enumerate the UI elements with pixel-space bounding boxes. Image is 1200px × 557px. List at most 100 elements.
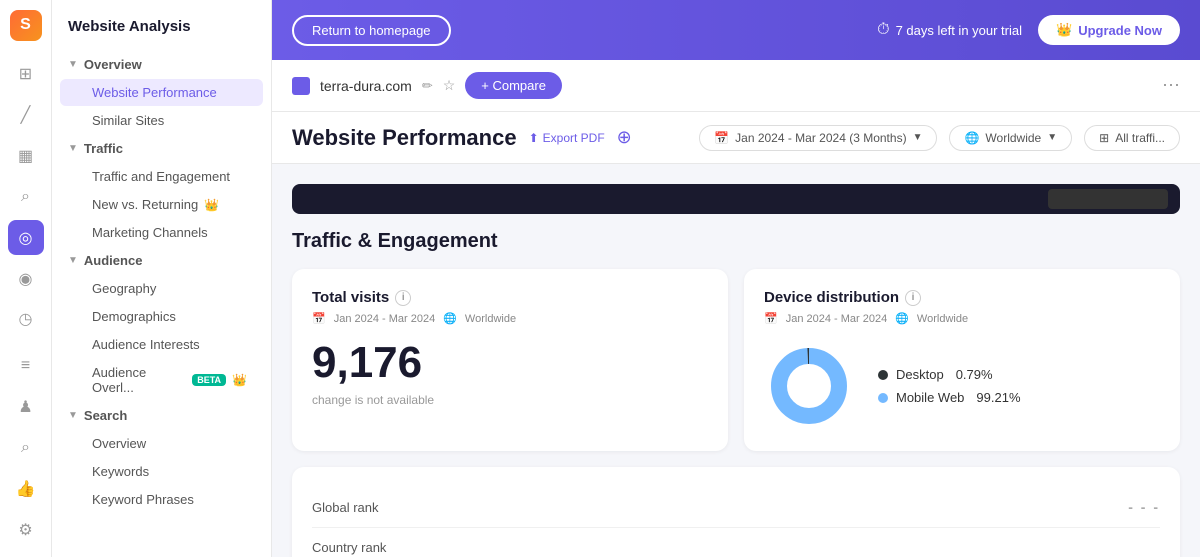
chevron-traffic-icon: ▼ <box>68 143 78 154</box>
desktop-legend-pct: 0.79% <box>956 367 993 382</box>
nav-item-audience-interests[interactable]: Audience Interests <box>60 331 263 358</box>
country-rank-label: Country rank <box>312 540 1160 555</box>
return-to-homepage-button[interactable]: Return to homepage <box>292 15 451 46</box>
device-dist-geo: Worldwide <box>917 313 968 325</box>
chevron-audience-icon: ▼ <box>68 255 78 266</box>
nav-section-audience[interactable]: ▼ Audience <box>52 247 271 274</box>
nav-icon-people[interactable]: ♟ <box>8 390 44 425</box>
nav-icon-thumb[interactable]: 👍 <box>8 471 44 506</box>
edit-domain-icon[interactable]: ✏ <box>422 78 433 94</box>
nav-item-geography[interactable]: Geography <box>60 275 263 302</box>
traffic-filter[interactable]: ⊞ All traffi... <box>1084 125 1180 151</box>
nav-item-marketing-channels[interactable]: Marketing Channels <box>60 219 263 246</box>
nav-icon-magnify[interactable]: ⌕ <box>8 180 44 215</box>
chevron-search-icon: ▼ <box>68 410 78 421</box>
nav-item-keywords-label: Keywords <box>92 464 149 479</box>
nav-item-keywords[interactable]: Keywords <box>60 458 263 485</box>
nav-item-audience-overlap[interactable]: Audience Overl... BETA 👑 <box>60 359 263 401</box>
export-label: Export PDF <box>543 131 605 145</box>
traffic-section-title: Traffic & Engagement <box>292 230 1180 253</box>
total-visits-title: Total visits i <box>312 289 708 306</box>
calendar-device-icon: 📅 <box>764 312 778 325</box>
nav-section-search[interactable]: ▼ Search <box>52 402 271 429</box>
device-dist-meta: 📅 Jan 2024 - Mar 2024 🌐 Worldwide <box>764 312 1160 325</box>
nav-item-website-performance-label: Website Performance <box>92 85 217 100</box>
nav-icon-chart[interactable]: ╱ <box>8 98 44 133</box>
trial-text: ⏱ 7 days left in your trial <box>877 21 1022 39</box>
nav-icon-dashboard[interactable]: ⊞ <box>8 57 44 92</box>
domain-name: terra-dura.com <box>320 78 412 94</box>
upload-icon: ⬆ <box>529 131 539 145</box>
nav-section-search-label: Search <box>84 408 127 423</box>
nav-item-demographics-label: Demographics <box>92 309 176 324</box>
geo-label: Worldwide <box>985 131 1041 145</box>
geo-filter[interactable]: 🌐 Worldwide ▼ <box>949 125 1072 151</box>
total-visits-info-icon[interactable]: i <box>395 290 411 306</box>
preview-strip <box>292 184 1180 214</box>
geo-chevron-icon: ▼ <box>1047 132 1057 143</box>
country-rank-row: Country rank <box>312 528 1160 557</box>
date-chevron-icon: ▼ <box>913 132 923 143</box>
nav-section-audience-label: Audience <box>84 253 143 268</box>
nav-icon-gear[interactable]: ⚙ <box>8 512 44 547</box>
more-options-icon[interactable]: ⋯ <box>1162 75 1180 96</box>
compare-button[interactable]: + Compare <box>465 72 562 99</box>
trial-text-label: 7 days left in your trial <box>896 23 1022 38</box>
nav-section-traffic[interactable]: ▼ Traffic <box>52 135 271 162</box>
nav-item-similar-sites[interactable]: Similar Sites <box>60 107 263 134</box>
nav-icon-bar[interactable]: ▦ <box>8 139 44 174</box>
donut-chart <box>764 341 854 431</box>
app-logo: S <box>10 10 42 41</box>
nav-panel: Website Analysis ▼ Overview Website Perf… <box>52 0 272 557</box>
export-pdf-button[interactable]: ⬆ Export PDF <box>529 131 605 145</box>
mobile-dot <box>878 393 888 403</box>
date-range-filter[interactable]: 📅 Jan 2024 - Mar 2024 (3 Months) ▼ <box>699 125 937 151</box>
upgrade-now-button[interactable]: 👑 Upgrade Now <box>1038 15 1180 45</box>
globe-visits-icon: 🌐 <box>443 312 457 325</box>
upgrade-label: Upgrade Now <box>1078 23 1162 38</box>
domain-favicon <box>292 77 310 95</box>
nav-item-keyword-phrases[interactable]: Keyword Phrases <box>60 486 263 513</box>
nav-section-overview[interactable]: ▼ Overview <box>52 51 271 78</box>
calendar-visits-icon: 📅 <box>312 312 326 325</box>
total-visits-meta: 📅 Jan 2024 - Mar 2024 🌐 Worldwide <box>312 312 708 325</box>
share-icon[interactable]: ⊕ <box>617 127 632 148</box>
total-visits-geo: Worldwide <box>465 313 516 325</box>
nav-item-demographics[interactable]: Demographics <box>60 303 263 330</box>
nav-icon-search[interactable]: ⌕ <box>8 431 44 466</box>
nav-section-overview-label: Overview <box>84 57 142 72</box>
nav-item-traffic-engagement[interactable]: Traffic and Engagement <box>60 163 263 190</box>
mobile-legend-label: Mobile Web <box>896 390 964 405</box>
donut-svg <box>764 341 854 431</box>
mobile-arc <box>779 356 839 416</box>
preview-image-placeholder <box>1048 189 1168 209</box>
content-area: Traffic & Engagement Total visits i 📅 Ja… <box>272 164 1200 557</box>
nav-icon-clock[interactable]: ◷ <box>8 302 44 337</box>
nav-item-new-returning[interactable]: New vs. Returning 👑 <box>60 191 263 218</box>
total-visits-value: 9,176 <box>312 341 708 385</box>
icon-sidebar: S ⊞ ╱ ▦ ⌕ ◎ ◉ ◷ ≡ ♟ ⌕ 👍 ⚙ <box>0 0 52 557</box>
domain-bar: terra-dura.com ✏ ☆ + Compare ⋯ <box>272 60 1200 112</box>
nav-item-audience-interests-label: Audience Interests <box>92 337 200 352</box>
total-visits-card: Total visits i 📅 Jan 2024 - Mar 2024 🌐 W… <box>292 269 728 451</box>
nav-item-website-performance[interactable]: Website Performance <box>60 79 263 106</box>
device-dist-info-icon[interactable]: i <box>905 290 921 306</box>
calendar-icon: 📅 <box>714 131 729 145</box>
rank-card: Global rank - - - Country rank <box>292 467 1180 557</box>
nav-icon-globe2[interactable]: ◉ <box>8 261 44 296</box>
nav-icon-list[interactable]: ≡ <box>8 349 44 384</box>
device-distribution-card: Device distribution i 📅 Jan 2024 - Mar 2… <box>744 269 1180 451</box>
globe-filter-icon: 🌐 <box>964 131 979 145</box>
nav-item-search-overview-label: Overview <box>92 436 146 451</box>
page-title: Website Performance <box>292 125 517 151</box>
mobile-legend-item: Mobile Web 99.21% <box>878 390 1021 405</box>
star-domain-icon[interactable]: ☆ <box>443 77 456 94</box>
nav-item-new-returning-label: New vs. Returning <box>92 197 198 212</box>
top-banner: Return to homepage ⏱ 7 days left in your… <box>272 0 1200 60</box>
desktop-dot <box>878 370 888 380</box>
nav-item-search-overview[interactable]: Overview <box>60 430 263 457</box>
rank-dashes-icon: - - - <box>1128 499 1160 515</box>
nav-icon-globe[interactable]: ◎ <box>8 220 44 255</box>
nav-section-traffic-label: Traffic <box>84 141 123 156</box>
device-dist-date: Jan 2024 - Mar 2024 <box>786 313 888 325</box>
